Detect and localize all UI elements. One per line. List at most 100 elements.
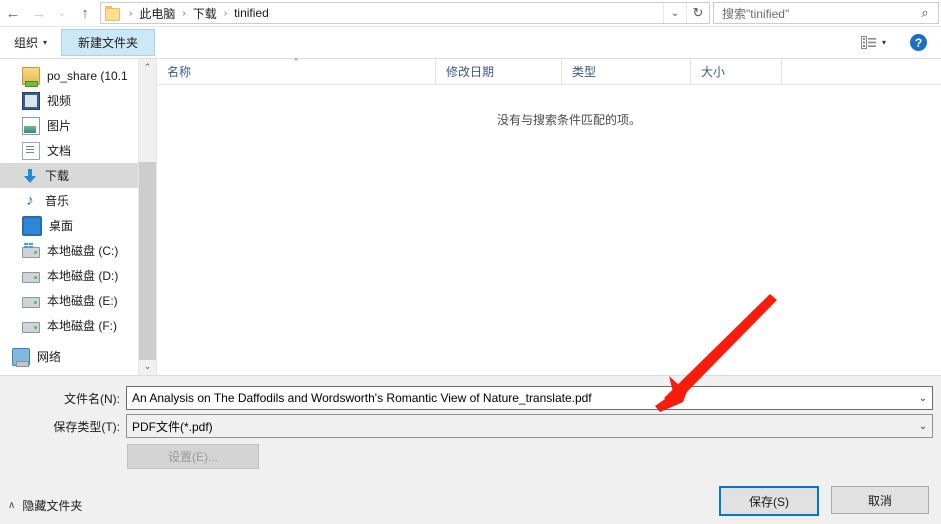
column-header-name[interactable]: ⌃ 名称: [157, 58, 436, 84]
sidebar-item-pictures[interactable]: 图片: [0, 113, 138, 138]
save-form: 文件名(N): An Analysis on The Daffodils and…: [0, 375, 941, 524]
scroll-up-chevron-up-icon[interactable]: ⌃: [139, 59, 156, 76]
drive-icon: [22, 296, 40, 308]
settings-button: 设置(E)...: [127, 444, 259, 469]
drive-icon: [22, 271, 40, 283]
column-header-label: 大小: [701, 65, 726, 79]
navigation-tree: po_share (10.1 视频 图片 文档 下载 ♪ 音乐 桌面 本地磁盘 …: [0, 59, 138, 375]
chevron-down-icon: ▾: [43, 38, 48, 47]
refresh-icon[interactable]: ↻: [686, 3, 709, 23]
dialog-body: po_share (10.1 视频 图片 文档 下载 ♪ 音乐 桌面 本地磁盘 …: [0, 58, 941, 375]
windows-drive-icon: [22, 242, 40, 258]
breadcrumb-separator: ›: [223, 7, 228, 19]
drive-icon: [22, 321, 40, 333]
sidebar-item-videos[interactable]: 视频: [0, 88, 138, 113]
filename-chevron-down-icon[interactable]: ⌄: [914, 393, 932, 404]
sidebar-item-label: 网络: [37, 350, 62, 364]
filename-label: 文件名(N):: [64, 391, 120, 406]
videos-icon: [22, 91, 40, 110]
column-headers: ⌃ 名称 修改日期 类型 大小: [157, 58, 941, 85]
new-folder-button[interactable]: 新建文件夹: [61, 29, 156, 56]
scroll-down-chevron-down-icon[interactable]: ⌄: [139, 358, 156, 375]
sidebar-item-label: 本地磁盘 (C:): [47, 244, 119, 258]
list-view-icon-svg: [860, 36, 876, 49]
column-header-label: 名称: [167, 65, 192, 79]
organize-label: 组织: [14, 36, 39, 50]
sidebar-scrollbar[interactable]: ⌃ ⌄: [138, 59, 156, 375]
hide-folders-toggle[interactable]: ∧ 隐藏文件夹: [8, 497, 82, 514]
breadcrumb: › 此电脑 › 下载 › tinified: [105, 3, 663, 24]
sidebar-item-downloads[interactable]: 下载: [0, 163, 138, 188]
sidebar-item-po-share[interactable]: po_share (10.1: [0, 63, 138, 88]
sidebar-item-label: 本地磁盘 (E:): [47, 294, 118, 308]
column-header-date-modified[interactable]: 修改日期: [436, 59, 562, 84]
organize-menu-button[interactable]: 组织 ▾: [6, 30, 55, 55]
scrollbar-thumb[interactable]: [139, 162, 156, 360]
column-header-size[interactable]: 大小: [691, 59, 782, 84]
help-icon[interactable]: ?: [910, 34, 927, 51]
filetype-row: 保存类型(T): PDF文件(*.pdf) ⌄: [0, 414, 933, 438]
hide-folders-label: 隐藏文件夹: [22, 499, 83, 513]
scrollbar-track[interactable]: [139, 76, 156, 360]
breadcrumb-item-this-pc[interactable]: 此电脑: [135, 3, 179, 24]
sidebar-item-local-disk-e[interactable]: 本地磁盘 (E:): [0, 288, 138, 313]
network-icon: [12, 347, 30, 367]
view-options-button[interactable]: ▾: [855, 33, 892, 52]
sidebar-item-label: 下载: [45, 169, 70, 183]
downloads-icon: [22, 168, 38, 184]
up-arrow-icon[interactable]: ↑: [72, 0, 98, 26]
column-header-type[interactable]: 类型: [562, 59, 691, 84]
sidebar-item-documents[interactable]: 文档: [0, 138, 138, 163]
chevron-up-icon: ∧: [8, 500, 16, 511]
search-icon[interactable]: ⌕: [916, 5, 934, 21]
network-share-icon: [22, 66, 40, 87]
sidebar-item-desktop[interactable]: 桌面: [0, 213, 138, 238]
breadcrumb-separator: ›: [129, 7, 133, 19]
empty-results-message: 没有与搜索条件匹配的项。: [496, 113, 641, 127]
search-input[interactable]: 搜索"tinified": [722, 5, 916, 22]
address-dropdown-chevron-down-icon[interactable]: ⌄: [663, 3, 686, 23]
save-button[interactable]: 保存(S): [719, 486, 819, 516]
sidebar-item-label: 桌面: [49, 219, 74, 233]
filetype-combobox[interactable]: PDF文件(*.pdf) ⌄: [126, 414, 933, 438]
sidebar-item-local-disk-f[interactable]: 本地磁盘 (F:): [0, 313, 138, 338]
filetype-label: 保存类型(T):: [53, 419, 120, 434]
sidebar-item-label: 文档: [47, 144, 72, 158]
filename-combobox[interactable]: An Analysis on The Daffodils and Wordswo…: [126, 386, 933, 410]
view-chevron-down-icon: ▾: [881, 38, 886, 47]
file-list-pane: ⌃ 名称 修改日期 类型 大小 没有与搜索条件匹配的项。: [156, 58, 941, 375]
sidebar-item-label: po_share (10.1: [47, 68, 128, 83]
sidebar-item-label: 视频: [47, 94, 72, 108]
sidebar-item-label: 图片: [47, 119, 72, 133]
dialog-buttons: 保存(S) 取消: [719, 486, 929, 516]
sidebar-item-music[interactable]: ♪ 音乐: [0, 188, 138, 213]
breadcrumb-item-downloads[interactable]: 下载: [189, 3, 221, 24]
pictures-icon: [22, 116, 40, 135]
search-box[interactable]: 搜索"tinified" ⌕: [713, 2, 939, 24]
filetype-value[interactable]: PDF文件(*.pdf): [127, 418, 914, 435]
sidebar-item-label: 本地磁盘 (D:): [47, 269, 119, 283]
sidebar-item-local-disk-d[interactable]: 本地磁盘 (D:): [0, 263, 138, 288]
list-view-icon: [860, 36, 876, 49]
column-header-label: 类型: [572, 65, 597, 79]
sidebar-item-network[interactable]: 网络: [0, 344, 138, 369]
command-bar: 组织 ▾ 新建文件夹 ▾ ?: [0, 27, 941, 59]
music-icon: ♪: [26, 191, 34, 209]
sidebar-item-label: 音乐: [45, 194, 70, 208]
sidebar-item-label: 本地磁盘 (F:): [47, 319, 117, 333]
filename-input[interactable]: An Analysis on The Daffodils and Wordswo…: [127, 391, 914, 405]
recent-locations-chevron-down-icon[interactable]: ⌄: [52, 0, 72, 26]
breadcrumb-item-tinified[interactable]: tinified: [230, 4, 273, 22]
filename-row: 文件名(N): An Analysis on The Daffodils and…: [0, 386, 933, 410]
forward-arrow-icon[interactable]: →: [26, 0, 52, 26]
back-arrow-icon[interactable]: ←: [0, 0, 26, 26]
sidebar-item-local-disk-c[interactable]: 本地磁盘 (C:): [0, 238, 138, 263]
save-as-dialog: ← → ⌄ ↑ › 此电脑 › 下载 › tinified ⌄ ↻ 搜索"tin…: [0, 0, 941, 524]
address-bar[interactable]: › 此电脑 › 下载 › tinified ⌄ ↻: [100, 2, 710, 24]
filetype-chevron-down-icon[interactable]: ⌄: [914, 421, 932, 432]
cancel-button[interactable]: 取消: [831, 486, 929, 514]
folder-icon: [105, 6, 121, 21]
desktop-icon: [22, 215, 42, 236]
column-header-label: 修改日期: [446, 65, 495, 79]
column-header-filler: [782, 59, 941, 84]
